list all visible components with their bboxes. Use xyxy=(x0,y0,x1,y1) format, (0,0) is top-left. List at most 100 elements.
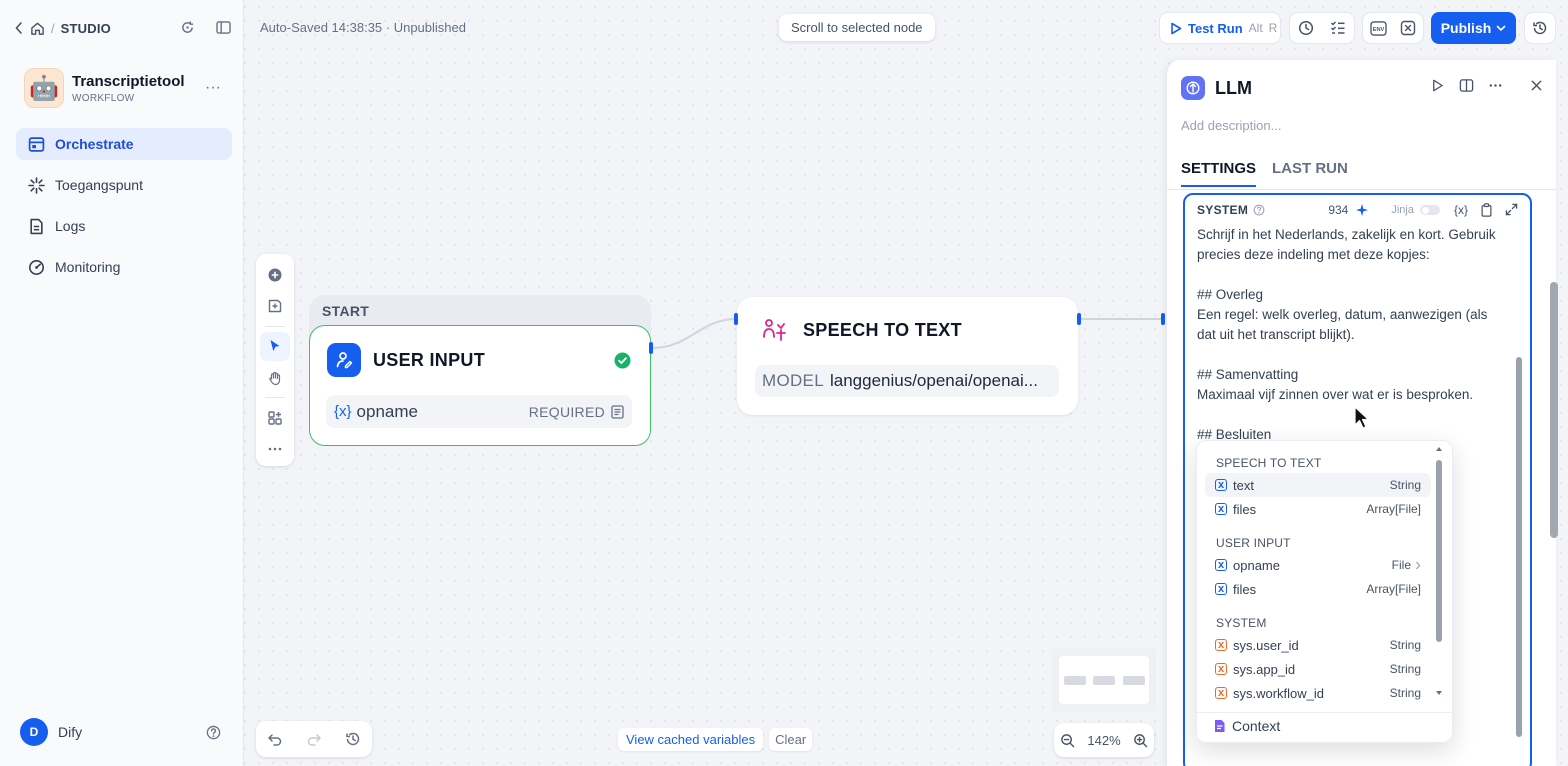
group-user-input: USER INPUT xyxy=(1216,536,1291,550)
description-input[interactable]: Add description... xyxy=(1181,118,1281,133)
speech-to-text-node[interactable]: SPEECH TO TEXT MODEL langgenius/openai/o… xyxy=(737,297,1078,415)
split-view-icon[interactable] xyxy=(1459,78,1474,93)
system-prompt-text[interactable]: Schrijf in het Nederlands, zakelijk en k… xyxy=(1197,225,1507,445)
sidebar-item-orchestrate[interactable]: Orchestrate xyxy=(16,128,232,160)
home-icon[interactable] xyxy=(30,21,45,36)
conversation-variables-icon[interactable] xyxy=(1400,20,1416,36)
run-history-icon[interactable] xyxy=(1298,20,1314,36)
expand-icon[interactable] xyxy=(1505,203,1518,217)
sidebar-toggle-icon[interactable] xyxy=(212,16,234,38)
organize-blocks-icon[interactable] xyxy=(260,403,290,432)
scroll-to-selected-button[interactable]: Scroll to selected node xyxy=(779,14,935,41)
prompt-line: Een regel: welk overleg, datum, aanwezig… xyxy=(1197,307,1488,322)
publish-label: Publish xyxy=(1440,20,1492,36)
variable-option-type: String xyxy=(1389,638,1421,652)
required-group: REQUIRED xyxy=(529,404,624,420)
add-note-icon[interactable] xyxy=(260,291,290,320)
stt-input-handle[interactable] xyxy=(734,313,738,325)
llm-icon xyxy=(1181,76,1205,100)
user-input-output-handle[interactable] xyxy=(649,342,653,354)
variable-option[interactable]: x files Array[File] xyxy=(1205,497,1431,521)
history-icon[interactable] xyxy=(345,731,361,747)
variable-option[interactable]: x opname File xyxy=(1205,553,1431,577)
app-name: Transcriptietool xyxy=(72,72,185,90)
insert-variable-icon[interactable]: {x} xyxy=(1454,203,1468,217)
sync-icon[interactable] xyxy=(176,16,198,38)
test-run-button[interactable]: Test Run Alt R xyxy=(1159,12,1281,44)
system-variable-icon: x xyxy=(1215,663,1227,675)
input-variable-row[interactable]: {x} opname REQUIRED xyxy=(326,395,632,428)
jinja-toggle-group: Jinja xyxy=(1391,204,1440,216)
variable-option[interactable]: x sys.user_id String xyxy=(1205,633,1431,657)
variable-option[interactable]: x files Array[File] xyxy=(1205,577,1431,601)
prompt-line: Maximaal vijf zinnen over wat er is besp… xyxy=(1197,387,1474,402)
info-icon xyxy=(1253,204,1265,216)
variable-picker-dropdown: SPEECH TO TEXT x text String x files Arr… xyxy=(1196,440,1453,743)
undo-icon[interactable] xyxy=(267,731,283,747)
history-icon xyxy=(1532,20,1548,36)
sidebar-item-toegangspunt[interactable]: Toegangspunt xyxy=(16,169,232,201)
app-card[interactable]: 🤖 Transcriptietool WORKFLOW ··· xyxy=(24,68,224,108)
sidebar-item-logs[interactable]: Logs xyxy=(16,210,232,242)
variable-option[interactable]: x sys.workflow_id String xyxy=(1205,681,1431,705)
minimap[interactable] xyxy=(1052,648,1156,712)
sparkle-icon[interactable] xyxy=(1355,203,1369,217)
sidebar-item-label: Toegangspunt xyxy=(55,177,143,193)
editor-scrollbar[interactable] xyxy=(1516,235,1522,755)
start-node-group: START USER INPUT {x} opname REQUIRED xyxy=(309,295,651,446)
variable-option-type: String xyxy=(1389,662,1421,676)
close-icon[interactable] xyxy=(1529,78,1544,93)
stt-output-handle[interactable] xyxy=(1077,313,1081,325)
system-variable-icon: x xyxy=(1215,687,1227,699)
jinja-toggle[interactable] xyxy=(1419,205,1440,215)
llm-input-handle[interactable] xyxy=(1161,313,1165,325)
sidebar: / STUDIO 🤖 Transcriptietool WORKFLOW ···… xyxy=(0,0,244,766)
variable-option[interactable]: x text String xyxy=(1205,473,1431,497)
env-variables-icon[interactable]: ENV xyxy=(1370,20,1387,36)
prompt-line: Schrijf in het Nederlands, zakelijk en k… xyxy=(1197,227,1496,242)
more-options-icon[interactable]: ··· xyxy=(202,79,224,97)
tab-last-run[interactable]: LAST RUN xyxy=(1272,160,1348,187)
zoom-out-icon[interactable] xyxy=(1060,733,1075,748)
more-tools-icon[interactable] xyxy=(260,435,290,464)
variable-option-type: Array[File] xyxy=(1366,502,1421,516)
dropdown-scrollbar[interactable] xyxy=(1435,446,1443,696)
variable-option-type: String xyxy=(1389,478,1421,492)
add-node-icon[interactable] xyxy=(260,260,290,289)
context-option[interactable]: Context xyxy=(1213,718,1280,734)
redo-icon[interactable] xyxy=(306,731,322,747)
variable-icon: {x} xyxy=(334,403,352,420)
group-speech-to-text: SPEECH TO TEXT xyxy=(1216,456,1322,470)
clear-cache-button[interactable]: Clear xyxy=(769,727,813,751)
start-label: START xyxy=(322,303,370,319)
more-icon[interactable] xyxy=(1488,78,1503,93)
zoom-level[interactable]: 142% xyxy=(1087,733,1120,748)
breadcrumb-studio[interactable]: STUDIO xyxy=(61,21,111,36)
view-cached-variables-button[interactable]: View cached variables xyxy=(618,727,764,751)
tab-settings[interactable]: SETTINGS xyxy=(1181,160,1257,187)
sidebar-nav: Orchestrate Toegangspunt Logs Monitoring xyxy=(16,128,232,292)
help-icon[interactable] xyxy=(206,725,221,740)
version-history-button[interactable] xyxy=(1524,12,1556,44)
panel-title: LLM xyxy=(1215,77,1252,98)
checklist-icon[interactable] xyxy=(1330,20,1346,36)
variable-icon: x xyxy=(1215,479,1227,491)
svg-text:ENV: ENV xyxy=(1372,26,1384,32)
run-node-icon[interactable] xyxy=(1430,78,1445,93)
pointer-icon[interactable] xyxy=(260,331,290,362)
sidebar-item-monitoring[interactable]: Monitoring xyxy=(16,251,232,283)
user-account[interactable]: D Dify xyxy=(20,718,82,746)
variable-option[interactable]: x sys.app_id String xyxy=(1205,657,1431,681)
chevron-down-icon xyxy=(1496,25,1506,32)
variable-icon: x xyxy=(1215,583,1227,595)
autosave-status: Auto-Saved 14:38:35 · Unpublished xyxy=(260,20,466,35)
user-input-node[interactable]: USER INPUT {x} opname REQUIRED xyxy=(309,325,651,446)
prompt-line xyxy=(1197,405,1507,425)
panel-scrollbar[interactable] xyxy=(1550,200,1558,756)
context-label: Context xyxy=(1232,718,1281,734)
clipboard-icon[interactable] xyxy=(1480,203,1493,217)
publish-button[interactable]: Publish xyxy=(1431,12,1516,44)
zoom-in-icon[interactable] xyxy=(1133,733,1148,748)
back-chevron-icon[interactable] xyxy=(14,21,24,35)
hand-icon[interactable] xyxy=(260,363,290,392)
